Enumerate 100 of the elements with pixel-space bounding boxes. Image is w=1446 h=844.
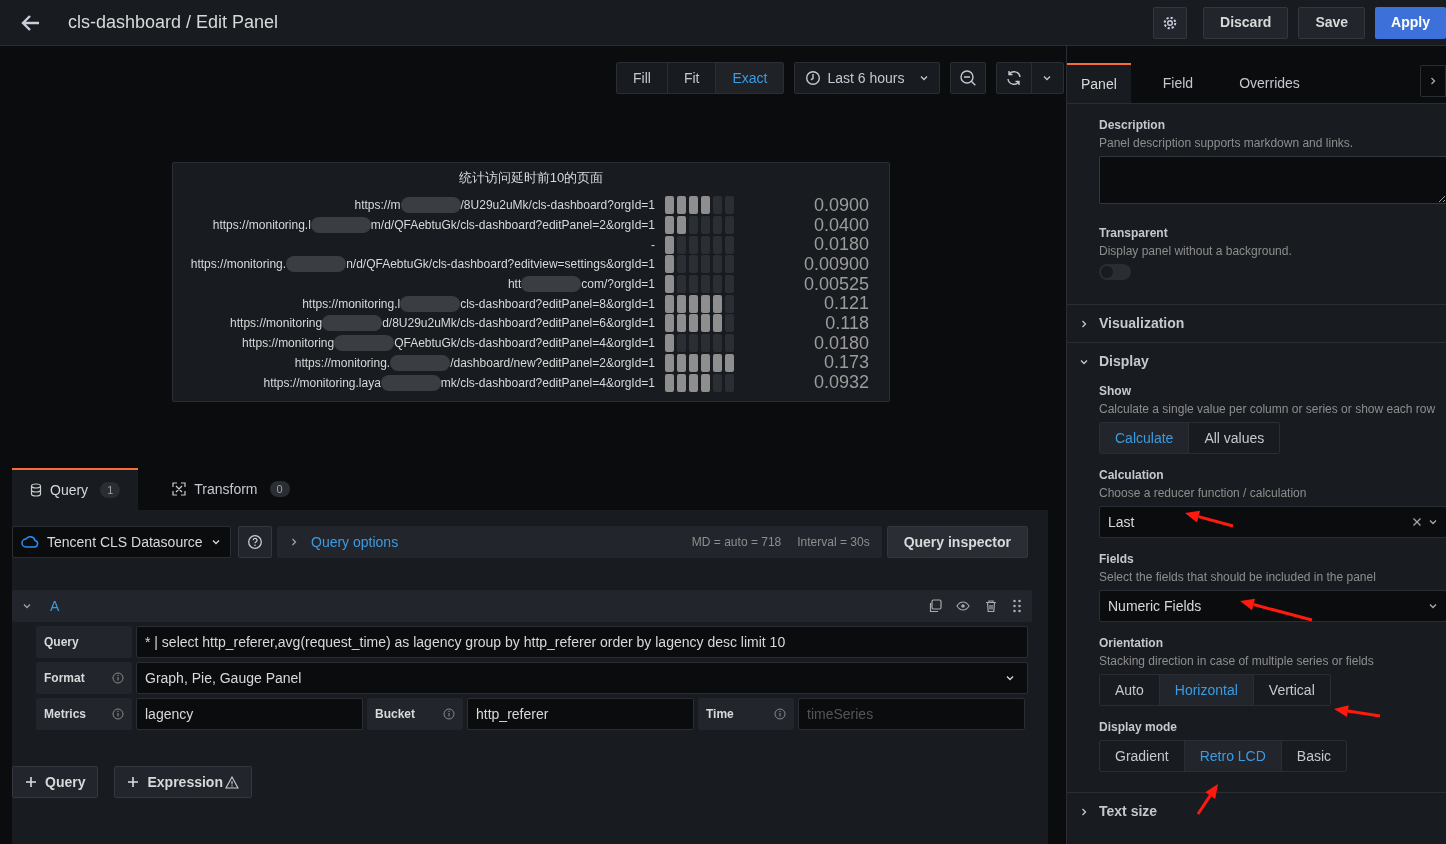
max-data-points-label: MD = auto = 718	[691, 534, 782, 551]
cloud-icon	[21, 536, 39, 548]
refresh-icon	[1004, 69, 1023, 87]
eye-icon[interactable]	[956, 599, 970, 613]
option-label: Display mode	[1099, 719, 1179, 736]
apply-button[interactable]: Apply	[1375, 6, 1446, 39]
format-select[interactable]: Graph, Pie, Gauge Panel	[136, 662, 1028, 694]
url-label: https://monitoring.l	[212, 217, 311, 235]
blurred-redaction	[400, 197, 461, 214]
query-tab[interactable]: Query 1	[12, 468, 139, 510]
option-description: Display panel without a background.	[1099, 243, 1293, 260]
copy-icon[interactable]	[928, 599, 942, 613]
text-input[interactable]: timeSeries	[798, 698, 1025, 730]
field-label: Bucket	[375, 706, 415, 723]
option-label: Calculation	[1099, 467, 1165, 484]
url-label: https://monitoring	[230, 315, 323, 333]
database-icon	[30, 483, 42, 497]
chevron-right-icon	[1428, 76, 1438, 86]
options-tab[interactable]: Field	[1148, 63, 1208, 103]
help-button[interactable]	[238, 526, 272, 558]
add-button[interactable]: Query	[12, 766, 99, 798]
trash-icon[interactable]	[984, 599, 998, 613]
caret-icon	[918, 73, 929, 83]
url-label: -	[651, 236, 655, 254]
query-inspector-button[interactable]: Query inspector	[886, 526, 1028, 558]
drag-handle-icon[interactable]	[1012, 599, 1022, 613]
caret-icon	[1042, 73, 1053, 83]
transform-icon	[172, 482, 187, 496]
blurred-redaction	[521, 276, 582, 293]
option-description: Stacking direction in case of multiple series or fields	[1099, 653, 1375, 670]
caret-icon	[1428, 517, 1438, 527]
time-range-picker[interactable]: Last 6 hours	[794, 62, 940, 94]
query-input[interactable]: * | select http_referer,avg(request_time) as lagency group by http_referer order by lagency desc limit 10	[136, 626, 1028, 658]
option-label: Orientation	[1099, 635, 1164, 652]
section-header[interactable]: Visualization	[1067, 305, 1446, 342]
close-icon[interactable]	[1412, 517, 1422, 527]
option-label: Fields	[1099, 551, 1135, 568]
chevron-right-icon	[1079, 806, 1089, 817]
url-label: /dashboard/new?editPanel=2&orgId=1	[450, 354, 655, 372]
blurred-redaction	[334, 335, 395, 352]
blurred-redaction	[380, 374, 441, 391]
radio-option[interactable]: Horizontal	[1158, 675, 1253, 705]
view-mode-button[interactable]: Exact	[715, 63, 784, 93]
url-label: d/8U29u2uMk/cls-dashboard?editPanel=6&orgId=1	[382, 315, 655, 333]
section-header[interactable]: Text size	[1067, 793, 1446, 830]
url-label: htt	[507, 276, 522, 294]
interval-label: Interval = 30s	[797, 534, 870, 551]
select-field[interactable]: Last	[1099, 506, 1446, 538]
blurred-redaction	[286, 256, 347, 273]
url-label: com/?orgId=1	[581, 276, 655, 294]
option-description: Panel description supports markdown and links.	[1099, 135, 1355, 152]
datasource-picker[interactable]: Tencent CLS Datasource	[12, 526, 231, 558]
url-label: https://monitoring.	[190, 256, 287, 274]
options-tab[interactable]: Panel	[1067, 63, 1131, 103]
select-field[interactable]: Numeric Fields	[1099, 590, 1446, 622]
text-input[interactable]: lagency	[136, 698, 363, 730]
query-ref-label: A	[50, 596, 60, 616]
field-label: Time	[706, 706, 734, 723]
panel-title: 统计访问延时前10的页面	[457, 169, 605, 187]
url-label: https://monitoring	[242, 335, 335, 353]
view-mode-button[interactable]: Fill	[617, 63, 667, 93]
option-description: Choose a reducer function / calculation	[1099, 485, 1308, 502]
plus-icon	[25, 776, 37, 788]
radio-option[interactable]: Vertical	[1252, 675, 1330, 705]
add-button[interactable]: Expression	[114, 766, 252, 798]
chevron-down-icon[interactable]	[22, 601, 32, 611]
query-options-toggle[interactable]: Query options	[289, 531, 399, 553]
chevron-right-icon	[289, 537, 299, 547]
toolbar-button[interactable]: Save	[1298, 6, 1366, 39]
info-icon	[112, 708, 124, 720]
url-label: https://monitoring.	[294, 354, 391, 372]
info-icon	[774, 708, 786, 720]
view-mode-button[interactable]: Fit	[666, 63, 716, 93]
settings-button[interactable]	[1153, 6, 1188, 39]
url-label: https://m	[354, 197, 401, 215]
info-icon	[112, 672, 124, 684]
blurred-redaction	[310, 217, 371, 234]
toolbar-button[interactable]: Discard	[1203, 6, 1289, 39]
url-label: cls-dashboard?editPanel=8&orgId=1	[460, 295, 655, 313]
blurred-redaction	[322, 315, 383, 332]
radio-option[interactable]: Basic	[1280, 741, 1347, 771]
annotation-arrow	[1334, 705, 1381, 718]
description-input[interactable]	[1099, 156, 1446, 204]
radio-option[interactable]: All values	[1188, 423, 1280, 453]
radio-option[interactable]: Retro LCD	[1183, 741, 1281, 771]
url-label: https://monitoring.laya	[263, 374, 381, 392]
radio-option[interactable]: Calculate	[1100, 423, 1189, 453]
url-label: mk/cls-dashboard?editPanel=4&orgId=1	[440, 374, 655, 392]
zoom-out-button[interactable]	[949, 62, 986, 94]
field-label: Query	[44, 634, 79, 651]
text-input[interactable]: http_referer	[467, 698, 694, 730]
query-tab[interactable]: Transform 0	[154, 468, 308, 510]
section-header[interactable]: Display	[1067, 343, 1446, 380]
clock-icon	[805, 70, 822, 86]
plus-icon	[127, 776, 140, 788]
option-label: Description	[1099, 117, 1166, 134]
url-label: https://monitoring.l	[302, 295, 401, 313]
options-tab[interactable]: Overrides	[1225, 63, 1314, 103]
field-label: Format	[44, 670, 85, 687]
chevron-right-icon	[1079, 318, 1089, 329]
